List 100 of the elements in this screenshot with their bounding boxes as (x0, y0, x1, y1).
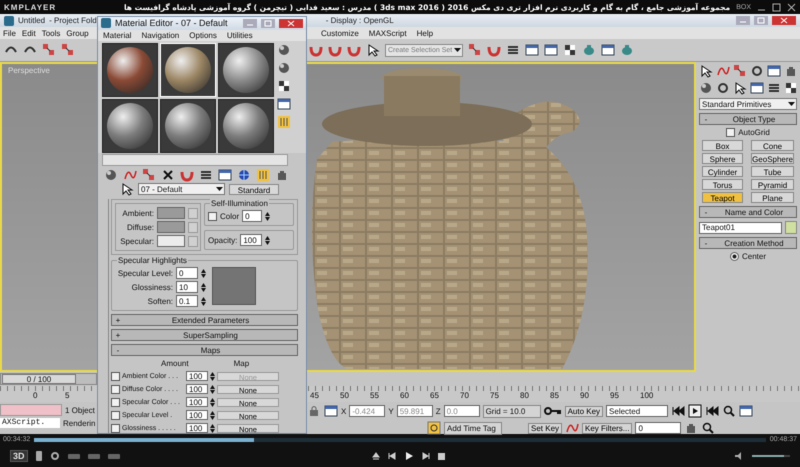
link-icon[interactable] (61, 43, 75, 57)
close-icon[interactable] (279, 18, 303, 28)
rollout-header[interactable]: + SuperSampling (111, 329, 298, 341)
3d-button[interactable]: 3D (10, 450, 28, 462)
amount-field[interactable]: 100 (186, 410, 208, 420)
window-icon[interactable] (277, 96, 291, 111)
category-dropdown[interactable]: Standard Primitives (699, 98, 797, 110)
amount-field[interactable]: 100 (186, 384, 208, 394)
key-mode-dropdown[interactable]: Selected (606, 405, 668, 417)
primitive-button[interactable]: Box (702, 140, 744, 151)
spinner-icon[interactable] (210, 384, 215, 394)
cursor-icon[interactable] (120, 182, 134, 196)
link-icon[interactable] (468, 43, 482, 57)
map-checkbox[interactable] (111, 424, 120, 432)
spinner-icon[interactable] (201, 282, 206, 292)
spinner-icon[interactable] (210, 410, 215, 420)
coordinate-field[interactable]: 59.891 (396, 405, 433, 417)
spinner-icon[interactable] (265, 212, 270, 220)
maximize-icon[interactable] (772, 2, 781, 12)
spinner-icon[interactable] (210, 372, 215, 380)
sphere-icon[interactable] (277, 42, 291, 57)
material-type-button[interactable]: Standard (229, 184, 279, 194)
rollout-header[interactable]: - Name and Color (699, 206, 797, 218)
window-icon[interactable] (739, 404, 754, 418)
primitive-button[interactable]: Plane (751, 192, 794, 203)
tag-icon[interactable] (427, 421, 441, 435)
play-icon[interactable] (688, 404, 702, 418)
color-swatch[interactable] (157, 221, 185, 233)
map-checkbox[interactable] (111, 410, 120, 420)
spinner-icon[interactable] (201, 296, 206, 306)
link-icon[interactable] (142, 168, 156, 182)
value-field[interactable]: 0 (242, 210, 262, 222)
map-checkbox[interactable] (111, 398, 120, 406)
link-icon[interactable] (42, 43, 56, 57)
primitive-button[interactable]: Cone (751, 140, 794, 151)
coordinate-field[interactable]: -0.424 (349, 405, 386, 417)
autogrid-checkbox[interactable] (726, 128, 736, 137)
amount-field[interactable]: 100 (186, 397, 208, 407)
zoom-icon[interactable] (722, 404, 736, 418)
rollout-header[interactable]: - Creation Method (699, 237, 797, 249)
primitive-button[interactable]: Tube (751, 166, 794, 177)
window-icon[interactable] (601, 43, 616, 57)
menu-item[interactable]: Tools (42, 28, 60, 38)
value-field[interactable]: 0 (176, 267, 198, 279)
window-icon[interactable] (544, 43, 558, 57)
primitive-button[interactable]: Torus (702, 179, 744, 190)
frame-field[interactable]: 0 (635, 422, 682, 434)
value-field[interactable]: 0.1 (176, 295, 198, 307)
mode-button[interactable] (108, 454, 120, 458)
prompt-field[interactable] (0, 404, 62, 416)
spinner-icon[interactable] (265, 236, 270, 244)
curve-icon[interactable] (565, 421, 580, 435)
frame-counter[interactable]: 0 / 100 (2, 374, 76, 384)
previous-icon[interactable] (388, 452, 396, 460)
set-key-button[interactable]: Set Key (528, 422, 562, 434)
mode-button[interactable] (88, 454, 100, 458)
close-icon[interactable] (772, 16, 796, 25)
menu-item[interactable]: Utilities (226, 30, 253, 40)
rollout-header[interactable]: - Object Type (699, 113, 797, 125)
cursor-icon[interactable] (366, 43, 380, 57)
columns-icon[interactable] (256, 168, 270, 182)
primitive-button[interactable]: Pyramid (751, 179, 794, 190)
map-checkbox[interactable] (111, 384, 120, 394)
spinner-icon[interactable] (210, 398, 215, 406)
menu-item[interactable]: Material (103, 30, 132, 40)
script-field[interactable]: AXScript. (0, 418, 60, 428)
close-icon[interactable] (787, 2, 796, 12)
window-icon[interactable] (324, 404, 338, 418)
sphere-icon[interactable] (277, 60, 291, 75)
window-icon[interactable] (218, 168, 232, 182)
seek-bar[interactable] (34, 438, 766, 442)
play-icon[interactable] (404, 451, 414, 461)
window-icon[interactable] (525, 43, 540, 57)
settings-icon[interactable] (50, 451, 60, 461)
rollout-header[interactable]: - Maps (111, 344, 298, 356)
color-checkbox[interactable] (208, 212, 217, 220)
next-icon[interactable] (422, 452, 430, 460)
time-tag-button[interactable]: Add Time Tag (444, 422, 502, 434)
phone-icon[interactable] (36, 451, 42, 461)
spinner-icon[interactable] (201, 268, 206, 278)
speaker-icon[interactable] (735, 452, 744, 460)
menu-item[interactable]: MAXScript (368, 28, 407, 38)
spinner-icon[interactable] (210, 424, 215, 432)
checker-icon[interactable] (277, 78, 291, 93)
window-icon[interactable] (750, 81, 764, 95)
skip-icon[interactable] (671, 404, 686, 418)
menu-item[interactable]: Navigation (141, 30, 180, 40)
stop-icon[interactable] (438, 452, 445, 460)
checker-icon[interactable] (563, 43, 578, 57)
rollout-header[interactable]: + Extended Parameters (111, 314, 298, 326)
primitive-button[interactable]: GeoSphere (751, 153, 794, 164)
primitive-button[interactable]: Teapot (702, 192, 744, 203)
window-icon[interactable] (767, 64, 781, 78)
primitive-button[interactable]: Cylinder (702, 166, 744, 177)
material-name-dropdown[interactable]: 07 - Default (138, 183, 225, 195)
value-field[interactable]: 10 (176, 281, 198, 293)
menu-item[interactable]: Customize (321, 28, 359, 38)
menu-item[interactable]: Group (66, 28, 89, 38)
globe-icon[interactable] (237, 168, 251, 182)
color-swatch[interactable] (157, 235, 185, 247)
